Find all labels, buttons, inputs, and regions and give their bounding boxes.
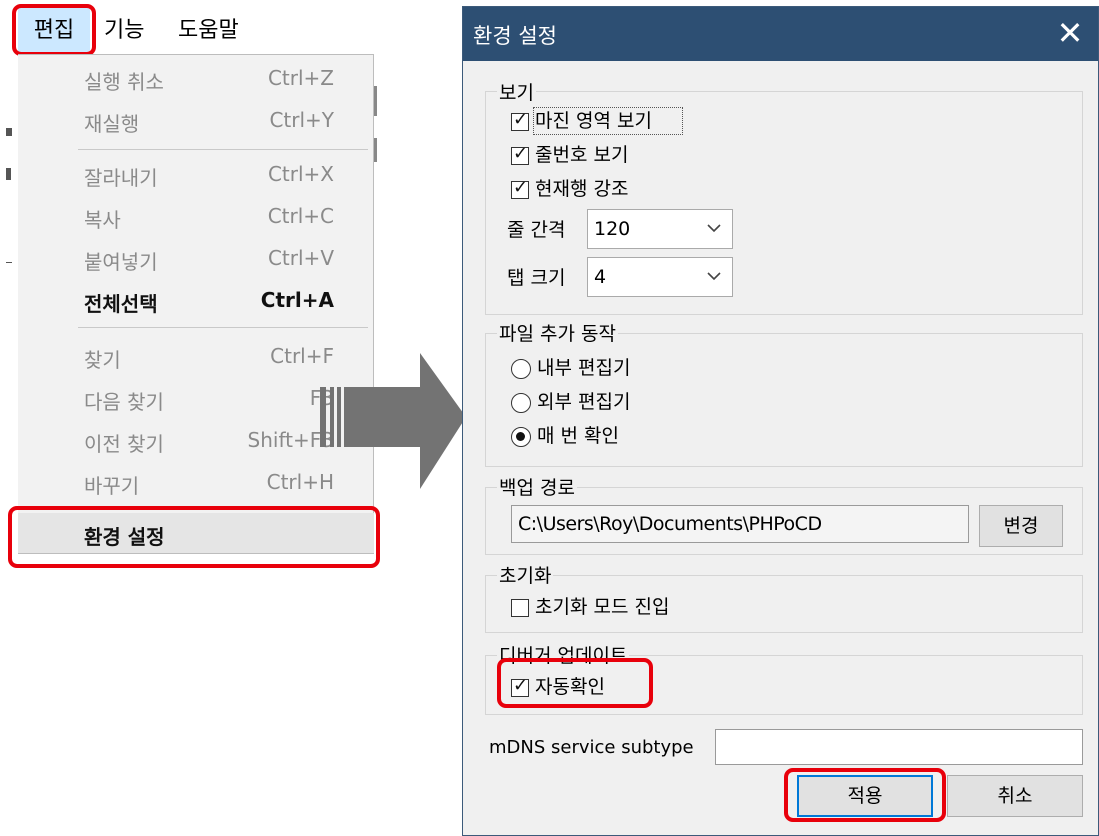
menu-item-shortcut: Ctrl+X: [267, 162, 334, 186]
reset-group-label: 초기화: [497, 561, 554, 588]
mdns-subtype-label: mDNS service subtype: [489, 737, 694, 758]
menu-item-select-all[interactable]: 전체선택 Ctrl+A: [18, 281, 374, 319]
chevron-down-icon: [706, 264, 722, 292]
show-line-numbers-label: 줄번호 보기: [535, 144, 629, 166]
internal-editor-radio[interactable]: [511, 359, 531, 379]
internal-editor-label: 내부 편집기: [537, 357, 631, 379]
menu-item-label: 전체선택: [84, 292, 158, 316]
menu-function[interactable]: 기능: [104, 8, 144, 54]
view-group-label: 보기: [497, 78, 536, 105]
menu-item-label: 실행 취소: [84, 70, 164, 94]
show-margin-checkbox[interactable]: ✓: [511, 109, 529, 131]
menu-item-label: 복사: [84, 208, 121, 232]
highlight-current-line-label: 현재행 강조: [535, 178, 629, 200]
menu-item-shortcut: Ctrl+V: [267, 246, 334, 270]
external-editor-label: 외부 편집기: [537, 391, 631, 413]
dialog-titlebar: 환경 설정 ✕: [463, 7, 1098, 61]
tab-size-label: 탭 크기: [507, 267, 566, 289]
menu-item-copy[interactable]: 복사 Ctrl+C: [18, 197, 374, 235]
highlight-ring-edit-menu: [12, 4, 96, 56]
external-editor-radio[interactable]: [511, 393, 531, 413]
enter-reset-mode-label: 초기화 모드 진입: [535, 596, 670, 618]
right-arrow-icon: [320, 353, 466, 489]
highlight-ring-preferences: [8, 506, 380, 568]
check-icon: ✓: [513, 109, 529, 130]
background-fragment: [374, 86, 377, 116]
menu-item-label: 이전 찾기: [84, 432, 164, 456]
change-path-button[interactable]: 변경: [979, 505, 1063, 547]
dialog-title: 환경 설정: [473, 24, 557, 48]
check-icon: ✓: [513, 143, 529, 164]
ask-every-time-label: 매 번 확인: [537, 425, 619, 447]
menu-item-paste[interactable]: 붙여넣기 Ctrl+V: [18, 239, 374, 277]
focus-ring: [533, 107, 683, 135]
highlight-ring-apply: [784, 768, 946, 822]
show-line-numbers-checkbox[interactable]: ✓: [511, 143, 529, 165]
menu-item-shortcut: Ctrl+Z: [267, 66, 334, 90]
tab-size-select[interactable]: 4: [587, 257, 733, 297]
menu-item-shortcut: Ctrl+Y: [269, 108, 334, 132]
menu-item-label: 찾기: [84, 348, 121, 372]
cancel-button[interactable]: 취소: [947, 775, 1083, 817]
menu-separator: [78, 327, 368, 328]
background-fragment: [6, 262, 12, 263]
mdns-subtype-input[interactable]: [715, 729, 1083, 765]
menu-help[interactable]: 도움말: [178, 8, 239, 54]
file-add-action-group-label: 파일 추가 동작: [497, 319, 618, 346]
backup-path-value: C:\Users\Roy\Documents\PHPoCD: [518, 513, 822, 535]
chevron-down-icon: [706, 216, 722, 244]
menu-item-label: 다음 찾기: [84, 390, 164, 414]
background-fragment: [6, 128, 12, 136]
highlight-current-line-checkbox[interactable]: ✓: [511, 177, 529, 199]
menu-item-cut[interactable]: 잘라내기 Ctrl+X: [18, 155, 374, 193]
menu-item-label: 잘라내기: [84, 166, 158, 190]
menu-item-label: 바꾸기: [84, 474, 140, 498]
close-icon[interactable]: ✕: [1050, 11, 1090, 55]
preferences-dialog: 환경 설정 ✕ 보기 ✓ 마진 영역 보기 ✓ 줄번호 보기 ✓ 현재행 강조 …: [462, 6, 1099, 836]
menu-item-shortcut: Ctrl+C: [267, 204, 334, 228]
line-spacing-value: 120: [594, 218, 631, 240]
highlight-ring-auto-check: [497, 658, 653, 708]
ask-every-time-radio[interactable]: [511, 427, 531, 447]
line-spacing-select[interactable]: 120: [587, 209, 733, 249]
menu-item-shortcut: Ctrl+A: [260, 288, 334, 312]
enter-reset-mode-checkbox[interactable]: [511, 599, 529, 617]
background-fragment: [374, 138, 377, 162]
menu-item-redo[interactable]: 재실행 Ctrl+Y: [18, 101, 374, 139]
check-icon: ✓: [513, 177, 529, 198]
tab-size-value: 4: [594, 266, 607, 288]
backup-path-field[interactable]: C:\Users\Roy\Documents\PHPoCD: [511, 505, 969, 543]
radio-selected-dot: [516, 432, 525, 441]
menu-item-undo[interactable]: 실행 취소 Ctrl+Z: [18, 59, 374, 97]
menu-item-label: 재실행: [84, 112, 140, 136]
backup-path-group-label: 백업 경로: [497, 473, 577, 500]
menu-separator: [78, 149, 368, 150]
line-spacing-label: 줄 간격: [507, 219, 566, 241]
menu-item-label: 붙여넣기: [84, 250, 158, 274]
background-fragment: [6, 168, 11, 180]
